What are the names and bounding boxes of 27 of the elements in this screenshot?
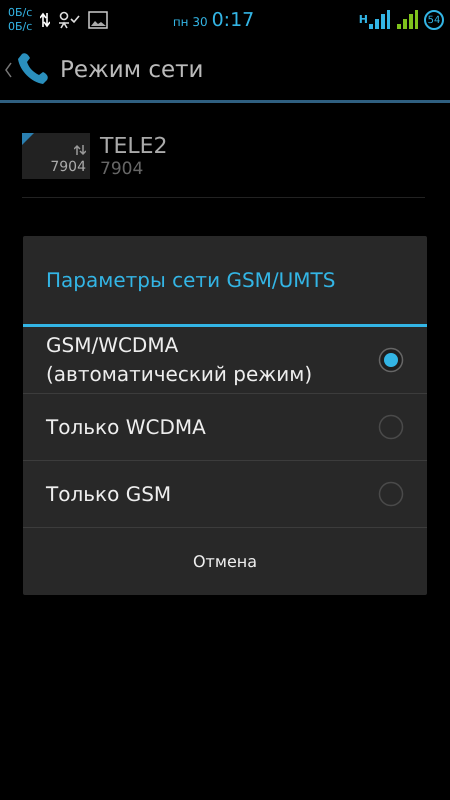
battery-level: 54 [424, 10, 444, 30]
signal-icon [396, 9, 418, 31]
data-arrows-icon [74, 144, 86, 156]
dialog-title: Параметры сети GSM/UMTS [23, 236, 427, 327]
screen-title: Режим сети [60, 57, 204, 83]
network-option[interactable]: Только GSM [23, 461, 427, 528]
radio-button[interactable] [378, 347, 404, 373]
download-speed: 0Б/с [8, 20, 32, 34]
signal-icon [368, 9, 390, 31]
cancel-button[interactable]: Отмена [23, 528, 427, 595]
date-text: пн 30 [172, 15, 208, 29]
sim-badge-number: 7904 [50, 159, 86, 175]
clock-time: 0:17 [212, 9, 254, 31]
network-type: H [358, 13, 368, 26]
corner-mark-icon [22, 133, 34, 145]
sim-card-item[interactable]: 7904 TELE2 7904 [22, 123, 425, 198]
network-option[interactable]: Только WCDMA [23, 394, 427, 461]
upload-speed: 0Б/с [8, 6, 32, 20]
data-arrows-icon [40, 12, 50, 28]
sim-number: 7904 [100, 158, 144, 178]
person-check-icon [58, 11, 80, 29]
network-option[interactable]: GSM/WCDMA (автоматический режим) [23, 327, 427, 394]
operator-name: TELE2 [100, 134, 168, 158]
image-icon [88, 11, 108, 29]
radio-button[interactable] [378, 481, 404, 507]
back-icon[interactable] [4, 62, 12, 78]
radio-button[interactable] [378, 414, 404, 440]
